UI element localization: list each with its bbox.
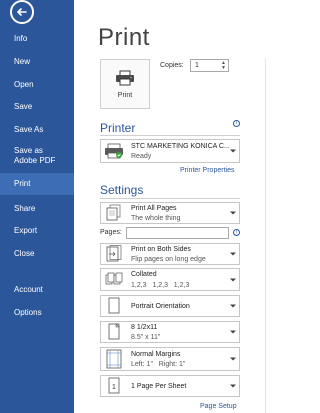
back-arrow-icon xyxy=(17,8,27,16)
print-pane: Print Print Copies: 1 ▲ ▼ Printer i STC M… xyxy=(74,0,320,413)
nav-item-account[interactable]: Account xyxy=(0,283,74,297)
pages-icon xyxy=(106,204,121,221)
nav-item-save-as[interactable]: Save As xyxy=(0,123,74,137)
duplex-dropdown[interactable]: Print on Both Sides Flip pages on long e… xyxy=(100,243,240,265)
info-icon[interactable]: i xyxy=(233,120,240,127)
printer-status: Ready xyxy=(131,153,152,160)
portrait-icon xyxy=(108,297,120,314)
print-button[interactable]: Print xyxy=(100,59,150,109)
collate-icon xyxy=(105,272,123,284)
orientation-dropdown[interactable]: Portrait Orientation xyxy=(100,295,240,317)
pages-per-sheet-title: 1 Page Per Sheet xyxy=(131,383,187,390)
page-title: Print xyxy=(98,24,150,51)
nav-item-options[interactable]: Options xyxy=(0,306,74,320)
collation-title: Collated xyxy=(131,271,157,278)
margins-sub: Left: 1" Right: 1" xyxy=(131,361,186,368)
chevron-down-icon xyxy=(230,252,236,256)
svg-text:1: 1 xyxy=(112,384,116,391)
print-range-title: Print All Pages xyxy=(131,205,177,212)
copies-label: Copies: xyxy=(160,62,184,69)
printer-dropdown[interactable]: STC MARKETING KONICA C... Ready xyxy=(100,139,240,163)
nav-item-save[interactable]: Save xyxy=(0,100,74,114)
print-range-sub: The whole thing xyxy=(131,215,181,222)
nav-item-open[interactable]: Open xyxy=(0,78,74,92)
info-icon[interactable]: i xyxy=(233,229,240,236)
paper-size-dropdown[interactable]: 8 1/2x11 8.5" x 11" xyxy=(100,321,240,343)
pages-input[interactable] xyxy=(126,227,229,239)
chevron-down-icon xyxy=(230,211,236,215)
page-per-sheet-icon: 1 xyxy=(108,377,120,394)
print-range-dropdown[interactable]: Print All Pages The whole thing xyxy=(100,202,240,224)
nav-item-export[interactable]: Export xyxy=(0,224,74,238)
nav-item-info[interactable]: Info xyxy=(0,32,74,46)
nav-item-save-as-adobe-pdf[interactable]: Save as Adobe PDF xyxy=(0,146,62,166)
spin-arrows-icon[interactable]: ▲ ▼ xyxy=(221,61,226,71)
paper-icon xyxy=(108,323,120,340)
chevron-down-icon xyxy=(230,304,236,308)
nav-item-close[interactable]: Close xyxy=(0,247,74,261)
back-button[interactable] xyxy=(10,0,34,24)
chevron-down-icon xyxy=(230,330,236,334)
duplex-sub: Flip pages on long edge xyxy=(131,256,206,263)
printer-heading: Printer xyxy=(100,121,136,135)
nav-item-share[interactable]: Share xyxy=(0,202,74,216)
copies-value: 1 xyxy=(195,62,199,69)
margins-dropdown[interactable]: Normal Margins Left: 1" Right: 1" xyxy=(100,347,240,371)
collation-sub: 1,2,3 1,2,3 1,2,3 xyxy=(131,282,190,289)
orientation-title: Portrait Orientation xyxy=(131,303,190,310)
printer-icon xyxy=(105,143,123,159)
pages-label: Pages: xyxy=(100,229,122,236)
nav-item-print[interactable]: Print xyxy=(0,173,74,195)
page-setup-link[interactable]: Page Setup xyxy=(200,403,237,410)
chevron-down-icon xyxy=(230,149,236,153)
paper-size-title: 8 1/2x11 xyxy=(131,324,158,331)
duplex-title: Print on Both Sides xyxy=(131,246,191,253)
printer-properties-link[interactable]: Printer Properties xyxy=(180,167,234,174)
collation-dropdown[interactable]: Collated 1,2,3 1,2,3 1,2,3 xyxy=(100,268,240,291)
backstage-nav: Info New Open Save Save As Save as Adobe… xyxy=(0,0,74,413)
duplex-icon xyxy=(106,245,122,262)
divider xyxy=(100,198,240,199)
margins-icon xyxy=(106,349,122,369)
nav-item-new[interactable]: New xyxy=(0,55,74,69)
margins-title: Normal Margins xyxy=(131,351,181,358)
printer-name: STC MARKETING KONICA C... xyxy=(131,143,230,150)
settings-heading: Settings xyxy=(100,183,144,197)
chevron-down-icon xyxy=(230,384,236,388)
copies-stepper[interactable]: 1 ▲ ▼ xyxy=(190,59,229,72)
chevron-down-icon xyxy=(230,357,236,361)
pages-per-sheet-dropdown[interactable]: 1 1 Page Per Sheet xyxy=(100,375,240,397)
printer-icon xyxy=(116,70,134,85)
divider xyxy=(100,135,240,136)
paper-size-sub: 8.5" x 11" xyxy=(131,334,161,341)
chevron-down-icon xyxy=(230,278,236,281)
preview-divider xyxy=(265,59,266,413)
print-button-label: Print xyxy=(117,91,133,99)
